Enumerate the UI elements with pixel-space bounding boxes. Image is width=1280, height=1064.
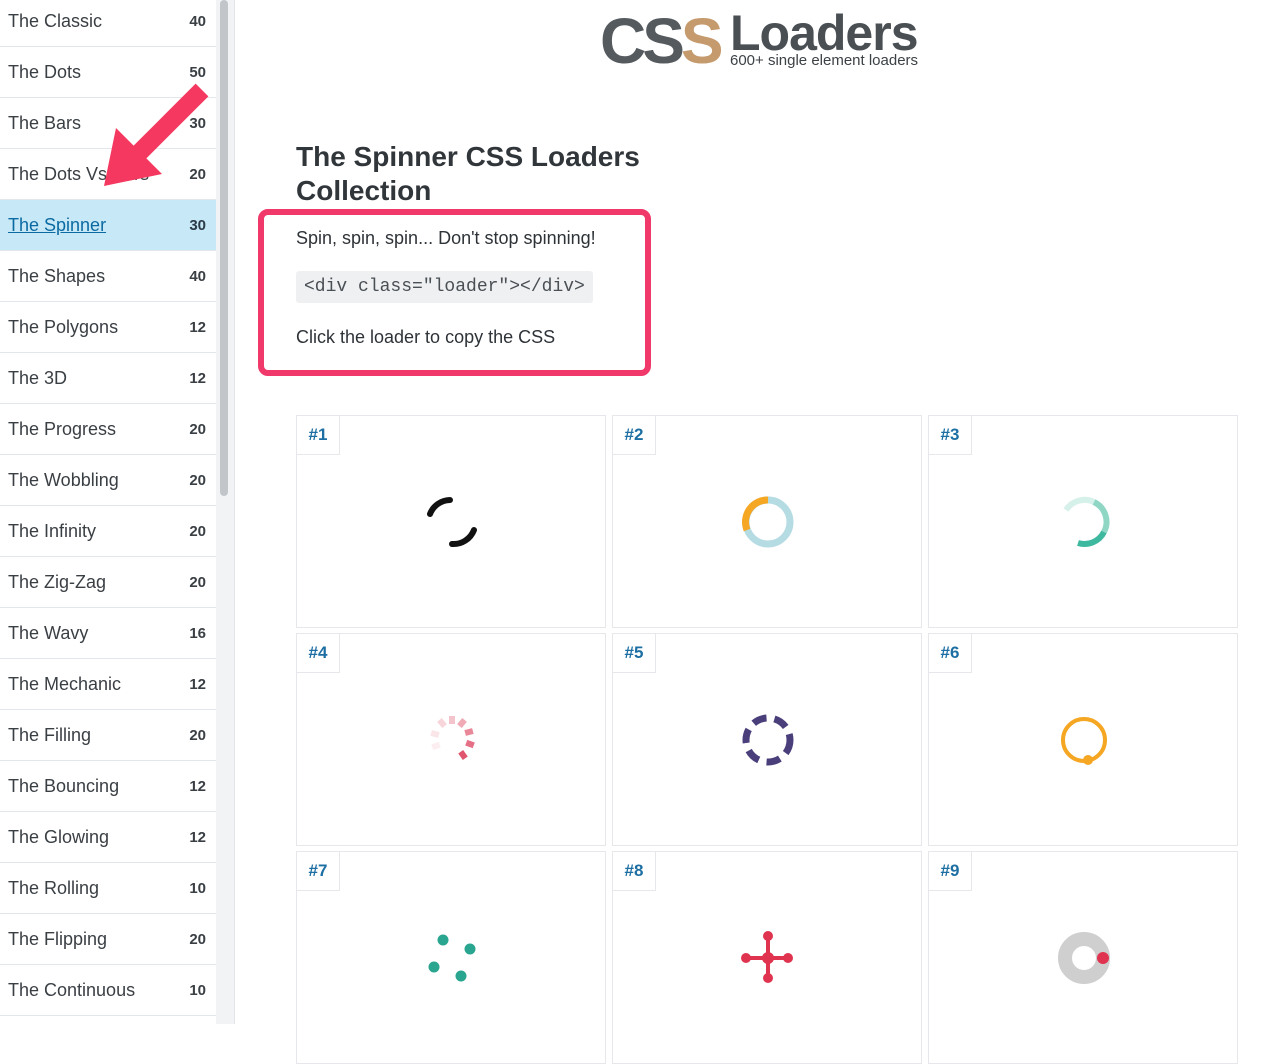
sidebar-item-flipping[interactable]: The Flipping 20 [0,914,216,965]
four-dots-icon[interactable] [422,928,482,988]
sidebar-item-label: The Mechanic [8,673,122,694]
loader-number: #9 [929,852,972,891]
sidebar-item-glowing[interactable]: The Glowing 12 [0,812,216,863]
sidebar-item-label: The Infinity [8,520,97,541]
sidebar-item-count: 12 [189,675,206,693]
loader-card-2[interactable]: #2 [612,415,922,628]
loader-number: #8 [613,852,656,891]
copy-hint: Click the loader to copy the CSS [296,327,556,347]
sidebar-item-label: The Wavy [8,622,89,643]
sidebar-item-count: 20 [189,522,206,540]
sidebar-item-3d[interactable]: The 3D 12 [0,353,216,404]
page-title: The Spinner CSS Loaders Collection [296,141,640,206]
sidebar-item-label: The Dots [8,61,82,82]
sidebar-item-count: 16 [189,624,206,642]
gradient-ring-icon[interactable] [1054,492,1114,552]
code-snippet: <div class="loader"></div> [296,271,593,303]
loader-card-6[interactable]: #6 [928,633,1238,846]
sidebar-item-infinity[interactable]: The Infinity 20 [0,506,216,557]
loader-number: #6 [929,634,972,673]
donut-dot-icon[interactable] [1054,928,1114,988]
sidebar-item-count: 40 [189,12,206,30]
logo-mark: CSS [600,4,724,78]
sidebar-item-label: The Filling [8,724,92,745]
loader-card-7[interactable]: #7 [296,851,606,1064]
sidebar-item-label: The Bars [8,112,82,133]
sidebar-scrollbar-thumb[interactable] [220,0,228,496]
sidebar-item-label: The Polygons [8,316,119,337]
sidebar-item-label: The Bouncing [8,775,120,796]
sidebar-item-count: 40 [189,267,206,285]
sidebar-item-count: 20 [189,930,206,948]
sidebar-item-rolling[interactable]: The Rolling 10 [0,863,216,914]
sidebar-item-count: 30 [189,216,206,234]
sidebar-item-bouncing[interactable]: The Bouncing 12 [0,761,216,812]
logo-tagline: 600+ single element loaders [730,52,919,69]
loader-number: #1 [297,416,340,455]
sidebar-item-count: 12 [189,777,206,795]
loader-number: #4 [297,634,340,673]
sidebar-item-classic[interactable]: The Classic 40 [0,0,216,47]
sidebar-item-spinner[interactable]: The Spinner 30 [0,200,216,251]
sidebar-item-count: 10 [189,981,206,999]
sidebar-item-count: 12 [189,828,206,846]
loader-number: #2 [613,416,656,455]
sidebar-item-shapes[interactable]: The Shapes 40 [0,251,216,302]
sidebar-item-count: 20 [189,573,206,591]
sidebar-item-count: 20 [189,726,206,744]
loader-number: #3 [929,416,972,455]
sidebar-item-polygons[interactable]: The Polygons 12 [0,302,216,353]
molecule-icon[interactable] [738,928,798,988]
sidebar-item-count: 10 [189,879,206,897]
sidebar-item-label: The Wobbling [8,469,119,490]
ring-spinner-icon[interactable] [738,492,798,552]
loader-card-3[interactable]: #3 [928,415,1238,628]
sidebar-item-label: The Continuous [8,979,136,1000]
loader-card-5[interactable]: #5 [612,633,922,846]
sidebar-item-zig-zag[interactable]: The Zig-Zag 20 [0,557,216,608]
sidebar-item-label: The Progress [8,418,117,439]
logo-mark-accent: S [680,5,724,77]
segmented-ring-icon[interactable] [738,710,798,770]
sidebar-item-label: The Shapes [8,265,106,286]
loader-card-8[interactable]: #8 [612,851,922,1064]
sidebar-item-count: 12 [189,369,206,387]
spinner-arc-icon[interactable] [422,492,482,552]
sidebar-item-count: 12 [189,318,206,336]
collection-tagline: Spin, spin, spin... Don't stop spinning! [296,228,596,248]
pointer-arrow-icon [104,83,209,186]
sidebar-item-count: 20 [189,420,206,438]
orbit-ring-icon[interactable] [1054,710,1114,770]
loader-card-1[interactable]: #1 [296,415,606,628]
sidebar-item-label: The Rolling [8,877,100,898]
site-logo[interactable]: CSS Loaders 600+ single element loaders [600,4,960,77]
sidebar-item-filling[interactable]: The Filling 20 [0,710,216,761]
sidebar-item-wavy[interactable]: The Wavy 16 [0,608,216,659]
loader-card-4[interactable]: #4 [296,633,606,846]
sidebar-item-count: 20 [189,471,206,489]
loader-card-9[interactable]: #9 [928,851,1238,1064]
sidebar-item-label: The Zig-Zag [8,571,107,592]
loader-number: #7 [297,852,340,891]
sidebar-item-label: The Classic [8,10,103,31]
sidebar-item-wobbling[interactable]: The Wobbling 20 [0,455,216,506]
sidebar-item-label: The Glowing [8,826,110,847]
sidebar-item-label: The Flipping [8,928,108,949]
sidebar-item-continuous[interactable]: The Continuous 10 [0,965,216,1016]
dashed-fade-spinner-icon[interactable] [422,710,482,770]
logo-mark-letters: CS [600,5,685,77]
sidebar-item-mechanic[interactable]: The Mechanic 12 [0,659,216,710]
sidebar-item-label: The 3D [8,367,68,388]
loader-number: #5 [613,634,656,673]
sidebar-item-progress[interactable]: The Progress 20 [0,404,216,455]
sidebar-item-label: The Spinner [8,214,107,235]
